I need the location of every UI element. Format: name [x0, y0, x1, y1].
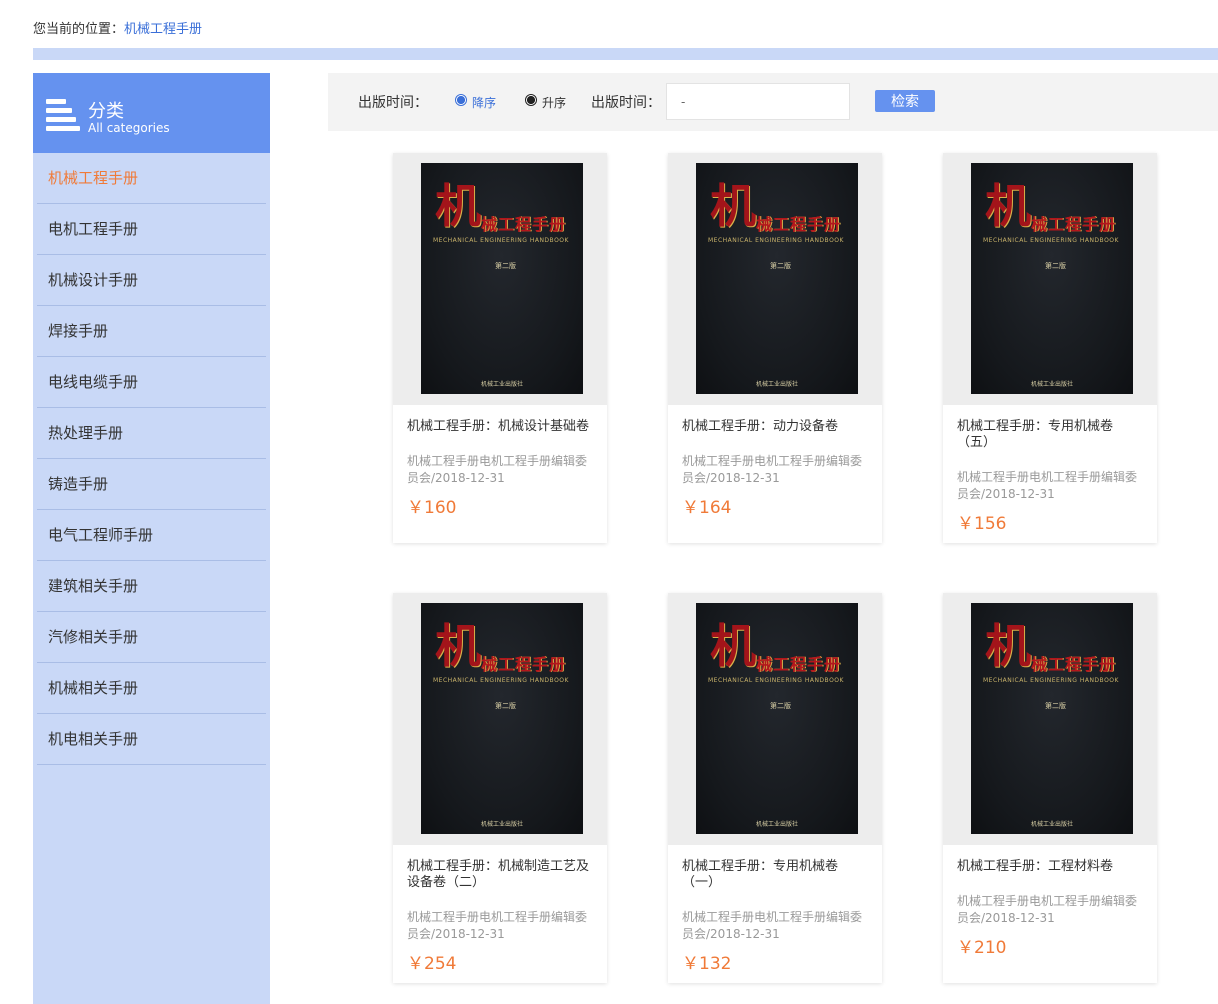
search-button[interactable]: 检索: [875, 90, 935, 112]
book-cover-area: 机 械工程手册 MECHANICAL ENGINEERING HANDBOOK …: [393, 593, 607, 845]
book-cover-image[interactable]: 机 械工程手册 MECHANICAL ENGINEERING HANDBOOK …: [421, 163, 583, 394]
category-sidebar: 分类 All categories 机械工程手册 电机工程手册 机械设计手册 焊…: [33, 73, 270, 1004]
sidebar-item-architecture[interactable]: 建筑相关手册: [37, 561, 266, 612]
book-title[interactable]: 机械工程手册：动力设备卷: [682, 419, 868, 435]
book-cover-area: 机 械工程手册 MECHANICAL ENGINEERING HANDBOOK …: [668, 153, 882, 405]
list-stack-icon: [46, 99, 80, 133]
book-card[interactable]: 机 械工程手册 MECHANICAL ENGINEERING HANDBOOK …: [393, 153, 607, 543]
book-price: ￥156: [957, 514, 1007, 534]
book-cover-area: 机 械工程手册 MECHANICAL ENGINEERING HANDBOOK …: [668, 593, 882, 845]
book-cover-image[interactable]: 机 械工程手册 MECHANICAL ENGINEERING HANDBOOK …: [696, 603, 858, 834]
book-author-date: 机械工程手册电机工程手册编辑委员会/2018-12-31: [957, 470, 1138, 501]
sidebar-title: 分类: [88, 101, 124, 122]
book-title[interactable]: 机械工程手册：专用机械卷（五）: [957, 419, 1143, 451]
publish-time-input[interactable]: [666, 83, 850, 120]
sidebar-item-heat-treatment[interactable]: 热处理手册: [37, 408, 266, 459]
sidebar-item-electrical-engineer[interactable]: 电气工程师手册: [37, 510, 266, 561]
top-divider-bar: [33, 48, 1218, 60]
book-title[interactable]: 机械工程手册：专用机械卷（一）: [682, 859, 868, 891]
book-cover-area: 机 械工程手册 MECHANICAL ENGINEERING HANDBOOK …: [943, 593, 1157, 845]
book-title[interactable]: 机械工程手册：机械制造工艺及设备卷（二）: [407, 859, 593, 891]
sort-asc-radio[interactable]: [525, 94, 537, 106]
book-card[interactable]: 机 械工程手册 MECHANICAL ENGINEERING HANDBOOK …: [943, 153, 1157, 543]
publish-time-label: 出版时间：: [358, 95, 428, 111]
book-price: ￥160: [407, 498, 457, 518]
sort-asc-label[interactable]: 升序: [542, 94, 566, 111]
sidebar-header: 分类 All categories: [33, 73, 270, 153]
book-author-date: 机械工程手册电机工程手册编辑委员会/2018-12-31: [682, 910, 863, 941]
book-cover-image[interactable]: 机 械工程手册 MECHANICAL ENGINEERING HANDBOOK …: [971, 163, 1133, 394]
filter-bar: 出版时间： 降序 升序 出版时间： 检索: [328, 73, 1218, 131]
sort-desc-label[interactable]: 降序: [472, 94, 496, 111]
book-card[interactable]: 机 械工程手册 MECHANICAL ENGINEERING HANDBOOK …: [668, 153, 882, 543]
sidebar-item-welding[interactable]: 焊接手册: [37, 306, 266, 357]
breadcrumb-prefix: 您当前的位置：: [33, 22, 125, 37]
sidebar-item-electrical-machine[interactable]: 电机工程手册: [37, 204, 266, 255]
sidebar-item-auto-repair[interactable]: 汽修相关手册: [37, 612, 266, 663]
book-card[interactable]: 机 械工程手册 MECHANICAL ENGINEERING HANDBOOK …: [943, 593, 1157, 983]
book-title[interactable]: 机械工程手册：机械设计基础卷: [407, 419, 593, 435]
publish-time-range-label: 出版时间：: [591, 95, 661, 111]
sidebar-item-mechanical-design[interactable]: 机械设计手册: [37, 255, 266, 306]
book-cover-area: 机 械工程手册 MECHANICAL ENGINEERING HANDBOOK …: [943, 153, 1157, 405]
book-card[interactable]: 机 械工程手册 MECHANICAL ENGINEERING HANDBOOK …: [668, 593, 882, 983]
category-list: 机械工程手册 电机工程手册 机械设计手册 焊接手册 电线电缆手册 热处理手册 铸…: [33, 153, 270, 765]
book-author-date: 机械工程手册电机工程手册编辑委员会/2018-12-31: [957, 894, 1138, 925]
breadcrumb: 您当前的位置：机械工程手册: [33, 18, 202, 37]
book-author-date: 机械工程手册电机工程手册编辑委员会/2018-12-31: [682, 454, 863, 485]
book-cover-image[interactable]: 机 械工程手册 MECHANICAL ENGINEERING HANDBOOK …: [971, 603, 1133, 834]
breadcrumb-current-link[interactable]: 机械工程手册: [124, 22, 202, 37]
book-title[interactable]: 机械工程手册：工程材料卷: [957, 859, 1143, 875]
book-cover-area: 机 械工程手册 MECHANICAL ENGINEERING HANDBOOK …: [393, 153, 607, 405]
sidebar-item-electromechanical[interactable]: 机电相关手册: [37, 714, 266, 765]
book-author-date: 机械工程手册电机工程手册编辑委员会/2018-12-31: [407, 910, 588, 941]
book-price: ￥132: [682, 954, 732, 974]
sidebar-item-mechanical-engineering[interactable]: 机械工程手册: [37, 153, 266, 204]
book-author-date: 机械工程手册电机工程手册编辑委员会/2018-12-31: [407, 454, 588, 485]
book-cover-image[interactable]: 机 械工程手册 MECHANICAL ENGINEERING HANDBOOK …: [421, 603, 583, 834]
sidebar-item-casting[interactable]: 铸造手册: [37, 459, 266, 510]
book-price: ￥164: [682, 498, 732, 518]
sort-desc-radio[interactable]: [455, 94, 467, 106]
book-price: ￥210: [957, 938, 1007, 958]
book-cover-image[interactable]: 机 械工程手册 MECHANICAL ENGINEERING HANDBOOK …: [696, 163, 858, 394]
sidebar-item-machinery[interactable]: 机械相关手册: [37, 663, 266, 714]
book-price: ￥254: [407, 954, 457, 974]
sidebar-item-wire-cable[interactable]: 电线电缆手册: [37, 357, 266, 408]
sidebar-subtitle: All categories: [88, 121, 170, 135]
book-card[interactable]: 机 械工程手册 MECHANICAL ENGINEERING HANDBOOK …: [393, 593, 607, 983]
